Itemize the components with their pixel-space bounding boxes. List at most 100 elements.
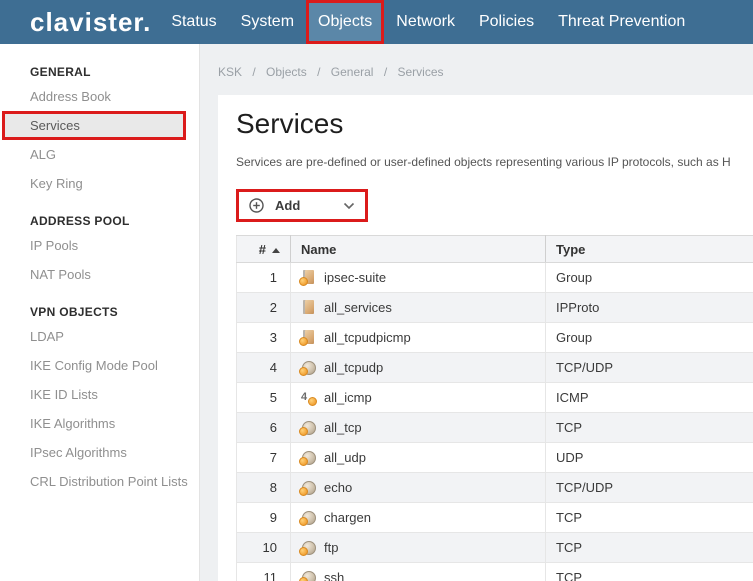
- menu-item[interactable]: Threat Prevention: [546, 0, 697, 44]
- sidebar-item[interactable]: ALG: [0, 140, 199, 169]
- column-header-number[interactable]: #: [237, 236, 291, 263]
- service-name-link[interactable]: chargen: [324, 510, 371, 525]
- service-name-link[interactable]: ftp: [324, 540, 338, 555]
- table-row[interactable]: 11 ssh TCP: [237, 563, 753, 581]
- table-row[interactable]: 6 all_tcp TCP: [237, 413, 753, 443]
- breadcrumb-item[interactable]: Objects: [245, 65, 310, 79]
- service-type-cell: ICMP: [546, 383, 753, 413]
- sidebar-item[interactable]: NAT Pools: [0, 260, 199, 289]
- menu-item[interactable]: Objects: [306, 0, 384, 44]
- service-name-cell: all_tcpudp: [291, 353, 546, 383]
- top-navigation-bar: clavister. Status System Objects Network…: [0, 0, 753, 44]
- table-row[interactable]: 7 all_udp UDP: [237, 443, 753, 473]
- menu-item-label: Objects: [318, 13, 372, 30]
- service-name-cell: all_services: [291, 293, 546, 323]
- chevron-down-icon: [343, 202, 355, 210]
- service-type-cell: TCP: [546, 563, 753, 581]
- service-name-link[interactable]: ipsec-suite: [324, 270, 386, 285]
- sidebar-item[interactable]: LDAP: [0, 322, 199, 351]
- menu-item-label: Policies: [479, 13, 534, 30]
- table-row[interactable]: 1 ipsec-suite Group: [237, 263, 753, 293]
- service-name-link[interactable]: all_tcpudp: [324, 360, 383, 375]
- column-header-name[interactable]: Name: [291, 236, 546, 263]
- table-row[interactable]: 2 all_services IPProto: [237, 293, 753, 323]
- table-header-row: # Name Type: [237, 236, 753, 263]
- main-content: KSK Objects General Services Services Se…: [200, 44, 753, 581]
- sidebar-item-label: IKE ID Lists: [30, 387, 98, 402]
- service-name-link[interactable]: all_icmp: [324, 390, 372, 405]
- row-number-cell: 4: [237, 353, 291, 383]
- menu-item-label: Network: [396, 13, 455, 30]
- sidebar-item[interactable]: IKE ID Lists: [0, 380, 199, 409]
- service-type-cell: TCP/UDP: [546, 353, 753, 383]
- service-name-link[interactable]: ssh: [324, 570, 344, 581]
- service-name-link[interactable]: all_udp: [324, 450, 366, 465]
- service-icon: [301, 510, 316, 525]
- sidebar-item-label: IKE Algorithms: [30, 416, 115, 431]
- menu-item[interactable]: Network: [384, 0, 467, 44]
- sidebar-item[interactable]: Key Ring: [0, 169, 199, 198]
- menu-item[interactable]: Status: [159, 0, 228, 44]
- breadcrumb-item[interactable]: General: [310, 65, 377, 79]
- sidebar-section-address-pool: ADDRESS POOL: [30, 214, 199, 228]
- service-type-cell: TCP/UDP: [546, 473, 753, 503]
- sidebar-item[interactable]: IKE Config Mode Pool: [0, 351, 199, 380]
- sidebar-item-label: ALG: [30, 147, 56, 162]
- table-row[interactable]: 9 chargen TCP: [237, 503, 753, 533]
- service-name-cell: echo: [291, 473, 546, 503]
- sidebar-section-general: GENERAL: [30, 65, 199, 79]
- table-row[interactable]: 5 all_icmp ICMP: [237, 383, 753, 413]
- clavister-logo: clavister.: [30, 0, 151, 44]
- service-name-cell: all_udp: [291, 443, 546, 473]
- sidebar-item[interactable]: IPsec Algorithms: [0, 438, 199, 467]
- service-name-link[interactable]: all_tcpudpicmp: [324, 330, 411, 345]
- sidebar-item[interactable]: CRL Distribution Point Lists: [0, 467, 199, 496]
- service-name-cell: all_icmp: [291, 383, 546, 413]
- group-icon: [301, 330, 316, 345]
- row-number-cell: 9: [237, 503, 291, 533]
- service-name-cell: chargen: [291, 503, 546, 533]
- breadcrumb-item-label: Services: [398, 65, 444, 79]
- sidebar-item[interactable]: IP Pools: [0, 231, 199, 260]
- sidebar-item-label: Key Ring: [30, 176, 83, 191]
- table-row[interactable]: 4 all_tcpudp TCP/UDP: [237, 353, 753, 383]
- menu-item[interactable]: System: [229, 0, 306, 44]
- menu-item-label: System: [241, 13, 294, 30]
- sidebar-item[interactable]: Services: [2, 111, 186, 140]
- table-row[interactable]: 8 echo TCP/UDP: [237, 473, 753, 503]
- services-table: # Name Type 1 ipsec-suite: [236, 235, 753, 581]
- add-button-label: Add: [275, 198, 300, 213]
- sidebar: GENERAL Address Book Services ALG Key Ri…: [0, 44, 200, 581]
- service-name-link[interactable]: all_tcp: [324, 420, 362, 435]
- service-icon: [301, 570, 316, 581]
- menu-item-label: Threat Prevention: [558, 13, 685, 30]
- sidebar-item-label: LDAP: [30, 329, 64, 344]
- icmp-icon: [301, 390, 316, 405]
- sort-ascending-icon: [272, 248, 280, 253]
- breadcrumb-item[interactable]: KSK: [218, 65, 245, 79]
- service-name-cell: ipsec-suite: [291, 263, 546, 293]
- column-header-type[interactable]: Type: [546, 236, 753, 263]
- service-icon: [301, 540, 316, 555]
- service-type-cell: TCP: [546, 413, 753, 443]
- services-panel: Services Services are pre-defined or use…: [218, 95, 753, 581]
- add-button[interactable]: Add: [236, 189, 368, 222]
- sidebar-item-label: Services: [30, 118, 80, 133]
- service-name-link[interactable]: echo: [324, 480, 352, 495]
- service-name-cell: all_tcpudpicmp: [291, 323, 546, 353]
- service-icon: [301, 450, 316, 465]
- row-number-cell: 5: [237, 383, 291, 413]
- sidebar-item-label: Address Book: [30, 89, 111, 104]
- table-row[interactable]: 10 ftp TCP: [237, 533, 753, 563]
- menu-item-label: Status: [171, 13, 216, 30]
- breadcrumb-item[interactable]: Services: [377, 65, 444, 79]
- menu-item[interactable]: Policies: [467, 0, 546, 44]
- table-row[interactable]: 3 all_tcpudpicmp Group: [237, 323, 753, 353]
- service-name-link[interactable]: all_services: [324, 300, 392, 315]
- sidebar-item[interactable]: IKE Algorithms: [0, 409, 199, 438]
- sidebar-item[interactable]: Address Book: [0, 82, 199, 111]
- sidebar-item-label: NAT Pools: [30, 267, 91, 282]
- service-icon: [301, 360, 316, 375]
- service-type-cell: Group: [546, 263, 753, 293]
- row-number-cell: 6: [237, 413, 291, 443]
